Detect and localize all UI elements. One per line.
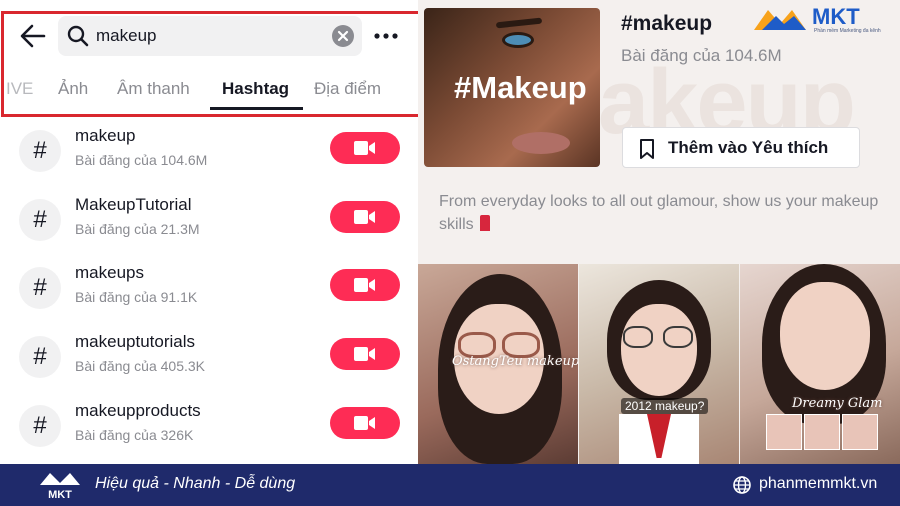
hashtag-detail-panel: akeup #Makeup #makeup Bài đăng của 104.6… (418, 0, 900, 464)
mkt-footer-logo-icon: MKT (40, 473, 80, 501)
hashtag-result-row[interactable]: # makeup Bài đăng của 104.6M (0, 126, 418, 194)
video-camera-button[interactable] (330, 338, 400, 370)
video-camera-icon (354, 347, 375, 361)
video-camera-button[interactable] (330, 407, 400, 439)
hashtag-cover-image: #Makeup (424, 8, 600, 167)
hashtag-post-count: Bài đăng của 21.3M (75, 221, 200, 237)
brand-footer-bar: MKT Hiệu quả - Nhanh - Dễ dùng phanmemmk… (0, 464, 900, 506)
video-caption: OstangTeu makeup Tutorial (452, 354, 578, 369)
video-thumbnail[interactable]: Dreamy Glam (740, 264, 900, 464)
hashtag-post-count: Bài đăng của 326K (75, 427, 194, 443)
hashtag-result-row[interactable]: # makeuptutorials Bài đăng của 405.3K (0, 332, 418, 400)
video-thumbnail[interactable]: OstangTeu makeup Tutorial (418, 264, 578, 464)
globe-icon (733, 476, 751, 494)
video-camera-button[interactable] (330, 269, 400, 301)
video-thumbnail[interactable]: 2012 makeup? (579, 264, 739, 464)
video-camera-icon (354, 210, 375, 224)
favorites-label: Thêm vào Yêu thích (668, 138, 829, 157)
hashtag-name: makeuptutorials (75, 332, 196, 351)
hashtag-icon: # (19, 405, 61, 447)
video-camera-icon (354, 416, 375, 430)
hashtag-result-row[interactable]: # MakeupTutorial Bài đăng của 21.3M (0, 195, 418, 263)
highlight-frame (1, 11, 429, 117)
video-camera-button[interactable] (330, 132, 400, 164)
svg-text:MKT: MKT (48, 489, 72, 501)
add-to-favorites-button[interactable]: Thêm vào Yêu thích (622, 127, 860, 168)
brand-name: MKT (812, 4, 860, 29)
hashtag-title: #makeup (621, 12, 713, 35)
hashtag-icon: # (19, 199, 61, 241)
video-caption: Dreamy Glam (792, 396, 883, 411)
hashtag-result-row[interactable]: # makeups Bài đăng của 91.1K (0, 263, 418, 331)
bookmark-icon (640, 139, 654, 159)
video-camera-icon (354, 278, 375, 292)
hashtag-name: makeupproducts (75, 401, 201, 420)
brand-tagline: Phần mềm Marketing đa kênh (814, 28, 881, 34)
cover-text: #Makeup (454, 70, 587, 105)
video-camera-icon (354, 141, 375, 155)
hashtag-post-count: Bài đăng của 104.6M (75, 152, 208, 168)
hashtag-post-count: Bài đăng của 104.6M (621, 46, 782, 65)
brand-website-link[interactable]: phanmemmkt.vn (759, 475, 877, 493)
brand-slogan: Hiệu quả - Nhanh - Dễ dùng (95, 475, 296, 492)
hashtag-icon: # (19, 130, 61, 172)
hashtag-name: makeup (75, 126, 136, 145)
mkt-logo-icon (754, 10, 806, 30)
lipstick-icon (479, 215, 490, 231)
brand-logo: MKT Phần mềm Marketing đa kênh (752, 4, 892, 34)
hashtag-name: makeups (75, 263, 144, 282)
hashtag-post-count: Bài đăng của 91.1K (75, 289, 198, 305)
hashtag-result-row[interactable]: # makeupproducts Bài đăng của 326K (0, 401, 418, 469)
hashtag-post-count: Bài đăng của 405.3K (75, 358, 205, 374)
video-camera-button[interactable] (330, 201, 400, 233)
hashtag-description: From everyday looks to all out glamour, … (439, 193, 879, 233)
hashtag-icon: # (19, 336, 61, 378)
video-caption: 2012 makeup? (621, 398, 709, 414)
hashtag-name: MakeupTutorial (75, 195, 192, 214)
hashtag-icon: # (19, 267, 61, 309)
